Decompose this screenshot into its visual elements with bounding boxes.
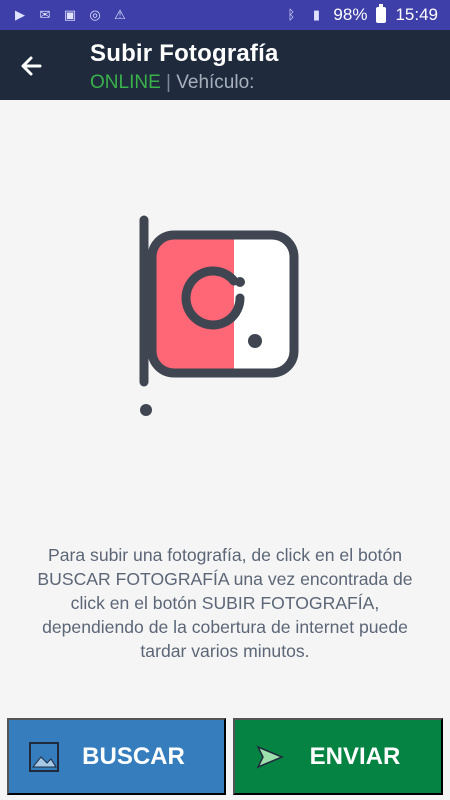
page-title: Subir Fotografía <box>90 40 279 67</box>
lens-dot <box>235 277 245 287</box>
camera-accent <box>152 235 234 373</box>
camera-upload-icon <box>139 215 299 416</box>
send-photo-button[interactable]: ENVIAR <box>233 718 443 795</box>
connection-subtitle: ONLINE | Vehículo: <box>90 72 254 94</box>
battery-icon <box>376 4 387 23</box>
system-status: ᛒ ▮ 98% 15:49 <box>283 4 438 25</box>
back-arrow-icon[interactable] <box>17 52 45 80</box>
subtitle-separator: | <box>166 72 171 93</box>
sync-icon: ◎ <box>89 7 101 22</box>
vehicle-label: Vehículo: <box>176 72 255 93</box>
app-bar: Subir Fotografía ONLINE | Vehículo: <box>0 30 450 100</box>
play-icon: ▶ <box>15 7 25 22</box>
bluetooth-icon: ᛒ <box>287 7 296 22</box>
time-text: 15:49 <box>395 5 438 24</box>
alert-icon: ⚠ <box>114 7 126 22</box>
search-photo-button[interactable]: BUSCAR <box>7 718 226 795</box>
signal-icon: ▮ <box>312 7 320 22</box>
search-button-label: BUSCAR <box>82 742 185 770</box>
image-icon: ▣ <box>63 7 77 22</box>
battery-text: 98% <box>333 5 368 24</box>
status-bar: ▶ ✉ ▣ ◎ ⚠ ᛒ ▮ 98% 15:49 <box>0 0 450 30</box>
send-button-label: ENVIAR <box>309 742 401 770</box>
mail-icon: ✉ <box>39 7 51 22</box>
upload-instructions: Para subir una fotografía, de click en e… <box>37 545 413 661</box>
send-icon <box>256 745 284 768</box>
online-status: ONLINE <box>90 72 161 93</box>
gallery-icon <box>29 741 59 772</box>
grip-dot <box>140 404 152 416</box>
notification-icons: ▶ ✉ ▣ ◎ ⚠ <box>12 7 128 23</box>
flash-dot <box>248 334 262 348</box>
main-content: Para subir una fotografía, de click en e… <box>0 100 450 718</box>
